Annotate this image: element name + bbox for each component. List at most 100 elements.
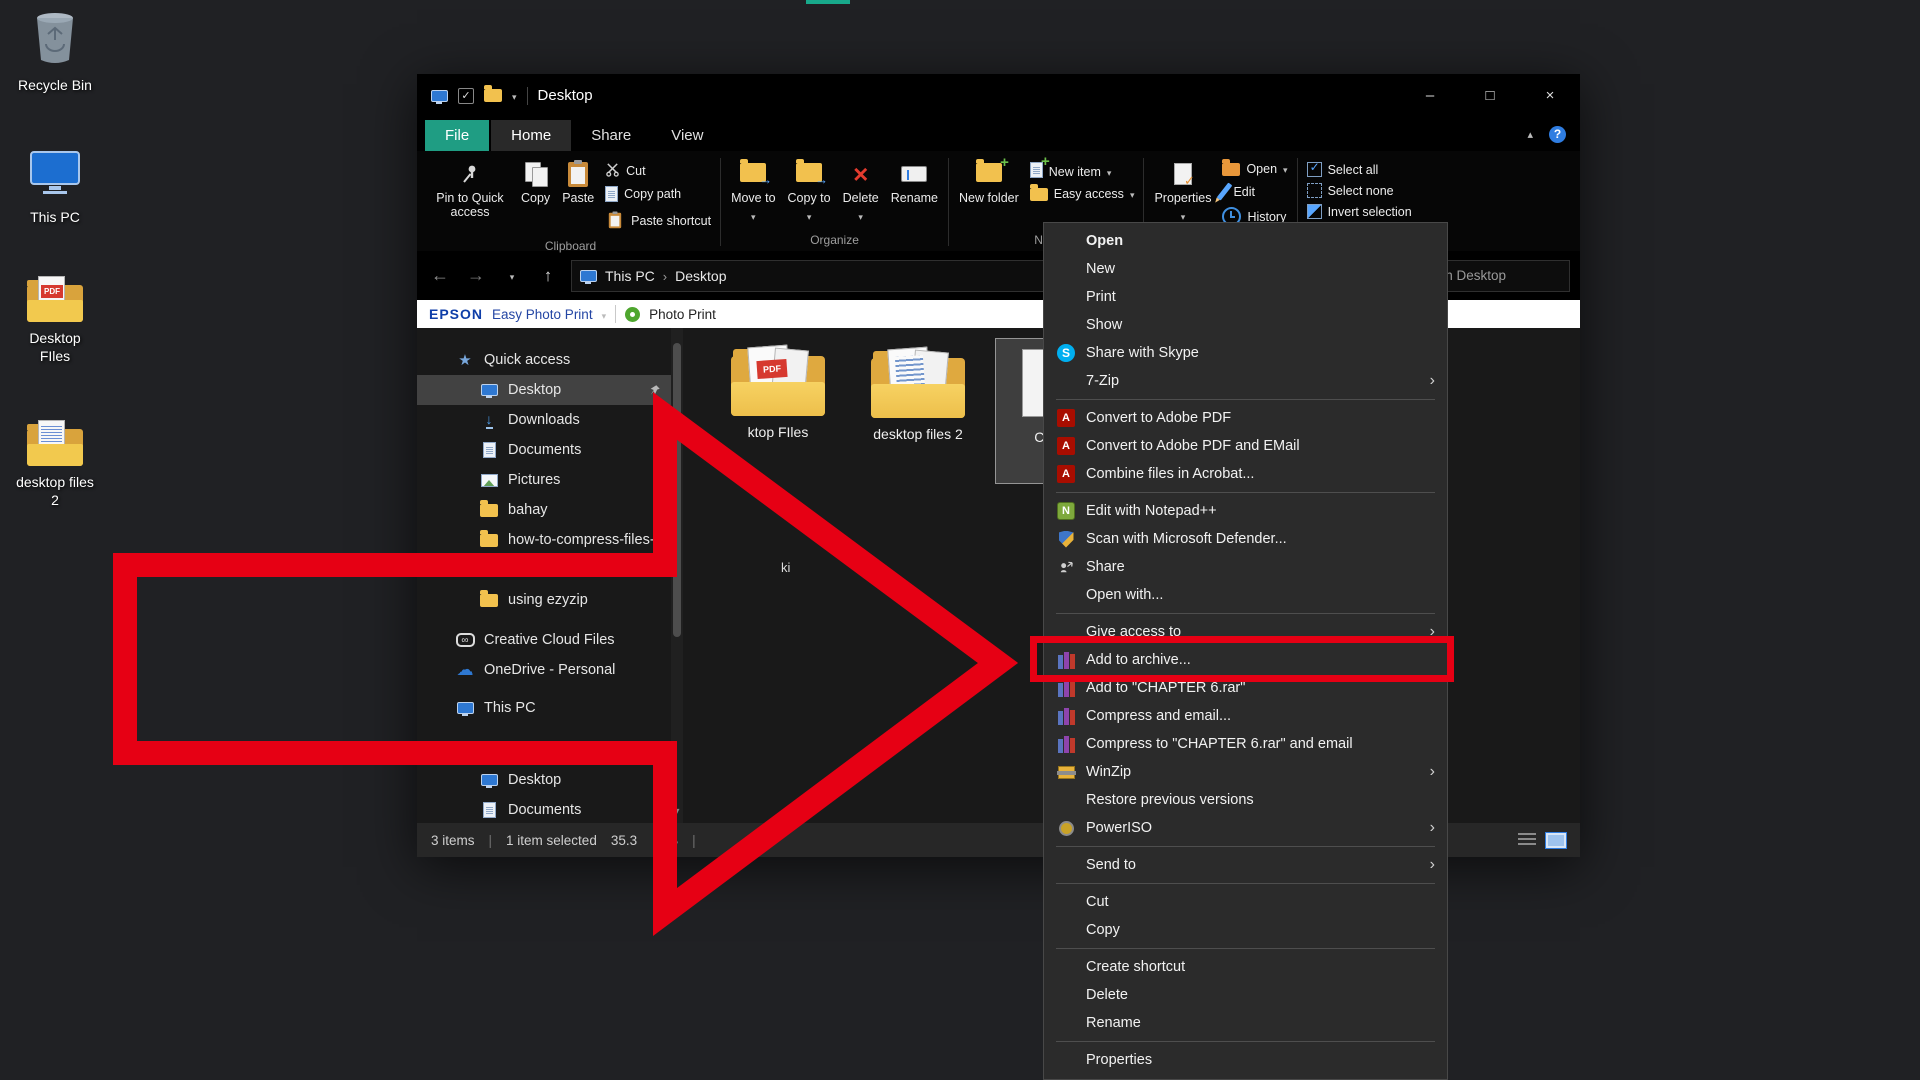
menu-item-delete[interactable]: Delete <box>1044 981 1447 1009</box>
minimize-button[interactable]: – <box>1400 74 1460 117</box>
edit-button[interactable]: Edit <box>1217 179 1291 204</box>
new-folder-button[interactable]: New folder <box>954 155 1024 207</box>
menu-item-combine-files-in-acrobat[interactable]: Combine files in Acrobat... <box>1044 460 1447 488</box>
desktop-icon-label: Desktop FIles <box>29 330 81 365</box>
invert-selection-button[interactable]: Invert selection <box>1303 201 1416 222</box>
menu-item-cut[interactable]: Cut <box>1044 888 1447 916</box>
desktop-icon-recycle-bin[interactable]: Recycle Bin <box>0 10 110 94</box>
tab-view[interactable]: View <box>651 120 723 151</box>
breadcrumb-desktop[interactable]: Desktop <box>675 268 726 284</box>
menu-item-add-to-chapter6-rar[interactable]: Add to "CHAPTER 6.rar" <box>1044 674 1447 702</box>
desktop-icon-this-pc[interactable]: This PC <box>0 150 110 226</box>
select-all-button[interactable]: Select all <box>1303 159 1416 180</box>
menu-item-properties[interactable]: Properties <box>1044 1046 1447 1074</box>
paste-button[interactable]: Paste <box>557 155 599 207</box>
up-arrow-icon <box>544 266 553 286</box>
menu-item-convert-to-adobe-pdf-and-email[interactable]: Convert to Adobe PDF and EMail <box>1044 432 1447 460</box>
copy-path-button[interactable]: Copy path <box>601 183 715 205</box>
tab-home[interactable]: Home <box>491 120 572 151</box>
menu-item-compress-and-email[interactable]: Compress and email... <box>1044 702 1447 730</box>
expand-chevron-icon[interactable] <box>657 413 661 428</box>
properties-button[interactable]: Properties <box>1149 155 1216 226</box>
help-icon[interactable]: ? <box>1549 125 1566 143</box>
photo-print-button[interactable]: Photo Print <box>649 307 716 322</box>
quick-access-check-icon[interactable] <box>458 87 474 104</box>
button-label: Move to <box>731 191 776 205</box>
menu-item-share[interactable]: Share <box>1044 553 1447 581</box>
sidebar-item-this-pc-desktop[interactable]: Desktop <box>417 765 683 795</box>
menu-item-convert-to-adobe-pdf[interactable]: Convert to Adobe PDF <box>1044 404 1447 432</box>
select-none-button[interactable]: Select none <box>1303 180 1416 201</box>
sidebar-item-quick-access[interactable]: Quick access <box>417 345 683 375</box>
epson-dropdown-icon[interactable] <box>602 307 607 322</box>
sidebar-item-bahay[interactable]: bahay <box>417 495 683 525</box>
tab-share[interactable]: Share <box>571 120 651 151</box>
menu-item-give-access-to[interactable]: Give access to <box>1044 618 1447 646</box>
sidebar-item-downloads[interactable]: Downloads <box>417 405 683 435</box>
rename-button[interactable]: Rename <box>886 155 943 207</box>
menu-item-edit-with-notepadpp[interactable]: Edit with Notepad++ <box>1044 497 1447 525</box>
copy-to-button[interactable]: Copy to <box>783 155 836 226</box>
move-to-button[interactable]: Move to <box>726 155 780 226</box>
desktop-icon-desktop-files[interactable]: Desktop FIles <box>0 276 110 365</box>
delete-button[interactable]: Delete <box>838 155 884 226</box>
menu-item-new[interactable]: New <box>1044 255 1447 283</box>
file-desktop-files-2[interactable]: desktop files 2 <box>863 346 973 442</box>
copy-button[interactable]: Copy <box>516 155 555 207</box>
sidebar-item-pictures[interactable]: Pictures <box>417 465 683 495</box>
menu-item-show[interactable]: Show <box>1044 311 1447 339</box>
menu-item-print[interactable]: Print <box>1044 283 1447 311</box>
menu-item-open-with[interactable]: Open with... <box>1044 581 1447 609</box>
expand-chevron-icon[interactable] <box>657 443 661 458</box>
easy-photo-print-label[interactable]: Easy Photo Print <box>492 307 593 322</box>
menu-item-send-to[interactable]: Send to <box>1044 851 1447 879</box>
thumbnail-view-toggle-icon[interactable] <box>1545 831 1567 849</box>
forward-button[interactable] <box>463 265 489 286</box>
new-item-button[interactable]: New item <box>1026 159 1139 184</box>
menu-item-poweriso[interactable]: PowerISO <box>1044 814 1447 842</box>
qat-customize-icon[interactable] <box>512 87 517 105</box>
breadcrumb-this-pc[interactable]: This PC <box>605 268 655 284</box>
menu-item-share-with-skype[interactable]: Share with Skype <box>1044 339 1447 367</box>
menu-item-7zip[interactable]: 7-Zip <box>1044 367 1447 395</box>
menu-item-winzip[interactable]: WinZip <box>1044 758 1447 786</box>
quick-access-folder-icon[interactable] <box>484 85 502 102</box>
sidebar-item-desktop[interactable]: Desktop <box>417 375 683 405</box>
scrollbar-thumb[interactable] <box>673 343 681 637</box>
file-desktop-files[interactable]: ktop FIles <box>723 344 833 440</box>
details-view-toggle-icon[interactable] <box>1518 833 1536 847</box>
cut-button[interactable]: Cut <box>601 159 715 183</box>
tab-file[interactable]: File <box>425 120 490 151</box>
recent-locations-button[interactable] <box>499 267 525 285</box>
menu-item-add-to-archive[interactable]: Add to archive... <box>1044 646 1447 674</box>
sidebar-item-documents[interactable]: Documents <box>417 435 683 465</box>
expand-chevron-icon[interactable] <box>657 473 661 488</box>
pin-to-quick-access-button[interactable]: Pin to Quick access <box>426 155 514 222</box>
menu-item-compress-to-chapter6-rar-and-email[interactable]: Compress to "CHAPTER 6.rar" and email <box>1044 730 1447 758</box>
paste-shortcut-button[interactable]: Paste shortcut <box>601 205 715 236</box>
sidebar-item-how-to-compress[interactable]: how-to-compress-files-l <box>417 525 683 555</box>
dropdown-caret-icon <box>807 209 812 223</box>
menu-item-open[interactable]: Open <box>1044 227 1447 255</box>
menu-item-scan-with-defender[interactable]: Scan with Microsoft Defender... <box>1044 525 1447 553</box>
sidebar-item-this-pc-documents[interactable]: Documents <box>417 795 683 823</box>
sidebar-item-onedrive[interactable]: OneDrive - Personal <box>417 655 683 685</box>
easy-access-button[interactable]: Easy access <box>1026 183 1139 204</box>
up-button[interactable] <box>535 266 561 286</box>
sidebar-scrollbar[interactable] <box>671 328 683 823</box>
maximize-button[interactable]: □ <box>1460 74 1520 117</box>
menu-item-rename[interactable]: Rename <box>1044 1009 1447 1037</box>
menu-item-create-shortcut[interactable]: Create shortcut <box>1044 953 1447 981</box>
menu-item-copy[interactable]: Copy <box>1044 916 1447 944</box>
sidebar-item-this-pc[interactable]: This PC <box>417 693 683 723</box>
open-button[interactable]: Open <box>1218 158 1291 179</box>
menu-item-restore-previous-versions[interactable]: Restore previous versions <box>1044 786 1447 814</box>
scroll-down-icon[interactable] <box>674 801 679 819</box>
back-button[interactable] <box>427 265 453 286</box>
sidebar-item-using-ezyzip[interactable]: using ezyzip <box>417 585 683 615</box>
collapse-ribbon-icon[interactable] <box>1527 125 1533 143</box>
desktop-icon-desktop-files-2[interactable]: desktop files 2 <box>0 420 110 509</box>
sidebar-item-creative-cloud-files[interactable]: Creative Cloud Files <box>417 625 683 655</box>
file-label: desktop files 2 <box>873 426 963 442</box>
close-button[interactable]: × <box>1520 74 1580 117</box>
